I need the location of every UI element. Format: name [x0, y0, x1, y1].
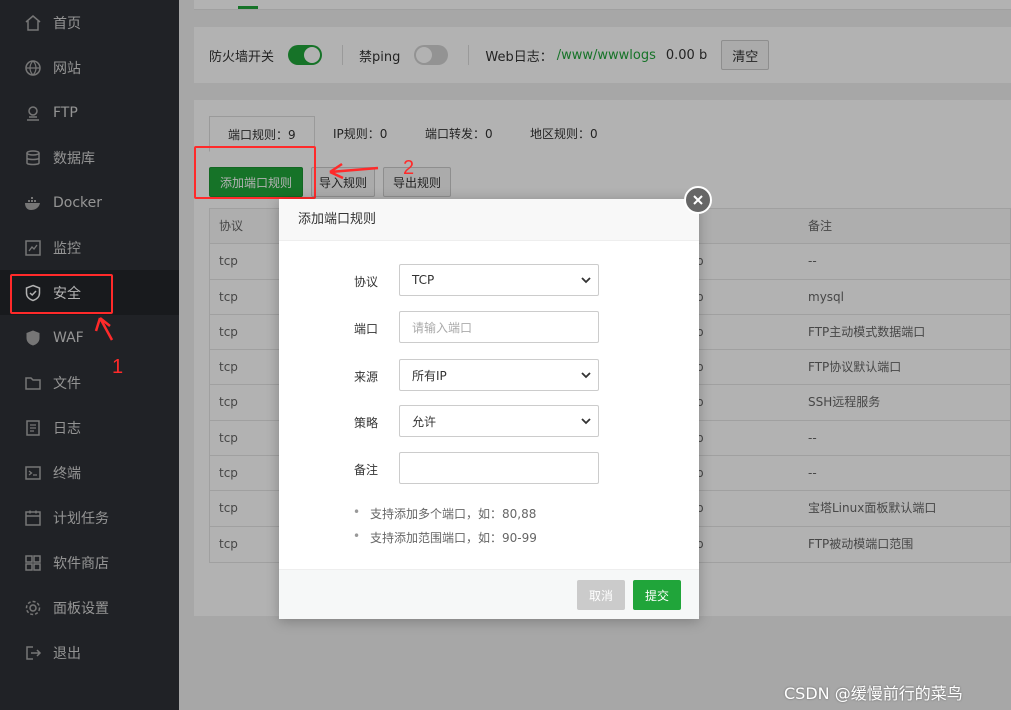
close-icon — [693, 195, 703, 205]
tip-text: 支持添加多个端口，如：80,88 — [370, 507, 537, 521]
source-select-value: 所有IP — [412, 368, 447, 383]
chevron-down-icon — [581, 418, 591, 425]
close-dialog-button[interactable] — [684, 186, 712, 214]
note-input[interactable] — [399, 452, 599, 484]
port-label: 端口 — [354, 322, 379, 336]
protocol-select[interactable]: TCP — [399, 264, 599, 296]
policy-select[interactable]: 允许 — [399, 405, 599, 437]
protocol-select-value: TCP — [412, 273, 435, 287]
tip-multiple-ports: 支持添加多个端口，如：80,88 — [353, 505, 537, 522]
cancel-button[interactable]: 取消 — [577, 580, 625, 610]
annotation-box-add-rule — [194, 146, 316, 199]
port-input-placeholder: 请输入端口 — [412, 320, 473, 335]
watermark: CSDN @缓慢前行的菜鸟 — [784, 684, 963, 703]
annotation-number-2: 2 — [403, 157, 415, 179]
source-select[interactable]: 所有IP — [399, 359, 599, 391]
port-input[interactable]: 请输入端口 — [399, 311, 599, 343]
protocol-label: 协议 — [354, 275, 379, 289]
policy-select-value: 允许 — [412, 414, 437, 429]
submit-button[interactable]: 提交 — [633, 580, 681, 610]
tip-text: 支持添加范围端口，如：90-99 — [370, 531, 537, 545]
add-port-rule-dialog: 添加端口规则 协议 TCP 端口 请输入端口 来源 所有IP 策略 允许 备注 … — [279, 199, 699, 619]
annotation-number-1: 1 — [112, 356, 124, 378]
chevron-down-icon — [581, 277, 591, 284]
policy-label: 策略 — [354, 416, 379, 430]
tip-port-range: 支持添加范围端口，如：90-99 — [353, 529, 537, 546]
note-label: 备注 — [354, 463, 379, 477]
dialog-footer: 取消 提交 — [279, 569, 699, 619]
dialog-title: 添加端口规则 — [279, 199, 699, 241]
source-label: 来源 — [354, 370, 379, 384]
annotation-box-security — [10, 274, 113, 314]
chevron-down-icon — [581, 372, 591, 379]
